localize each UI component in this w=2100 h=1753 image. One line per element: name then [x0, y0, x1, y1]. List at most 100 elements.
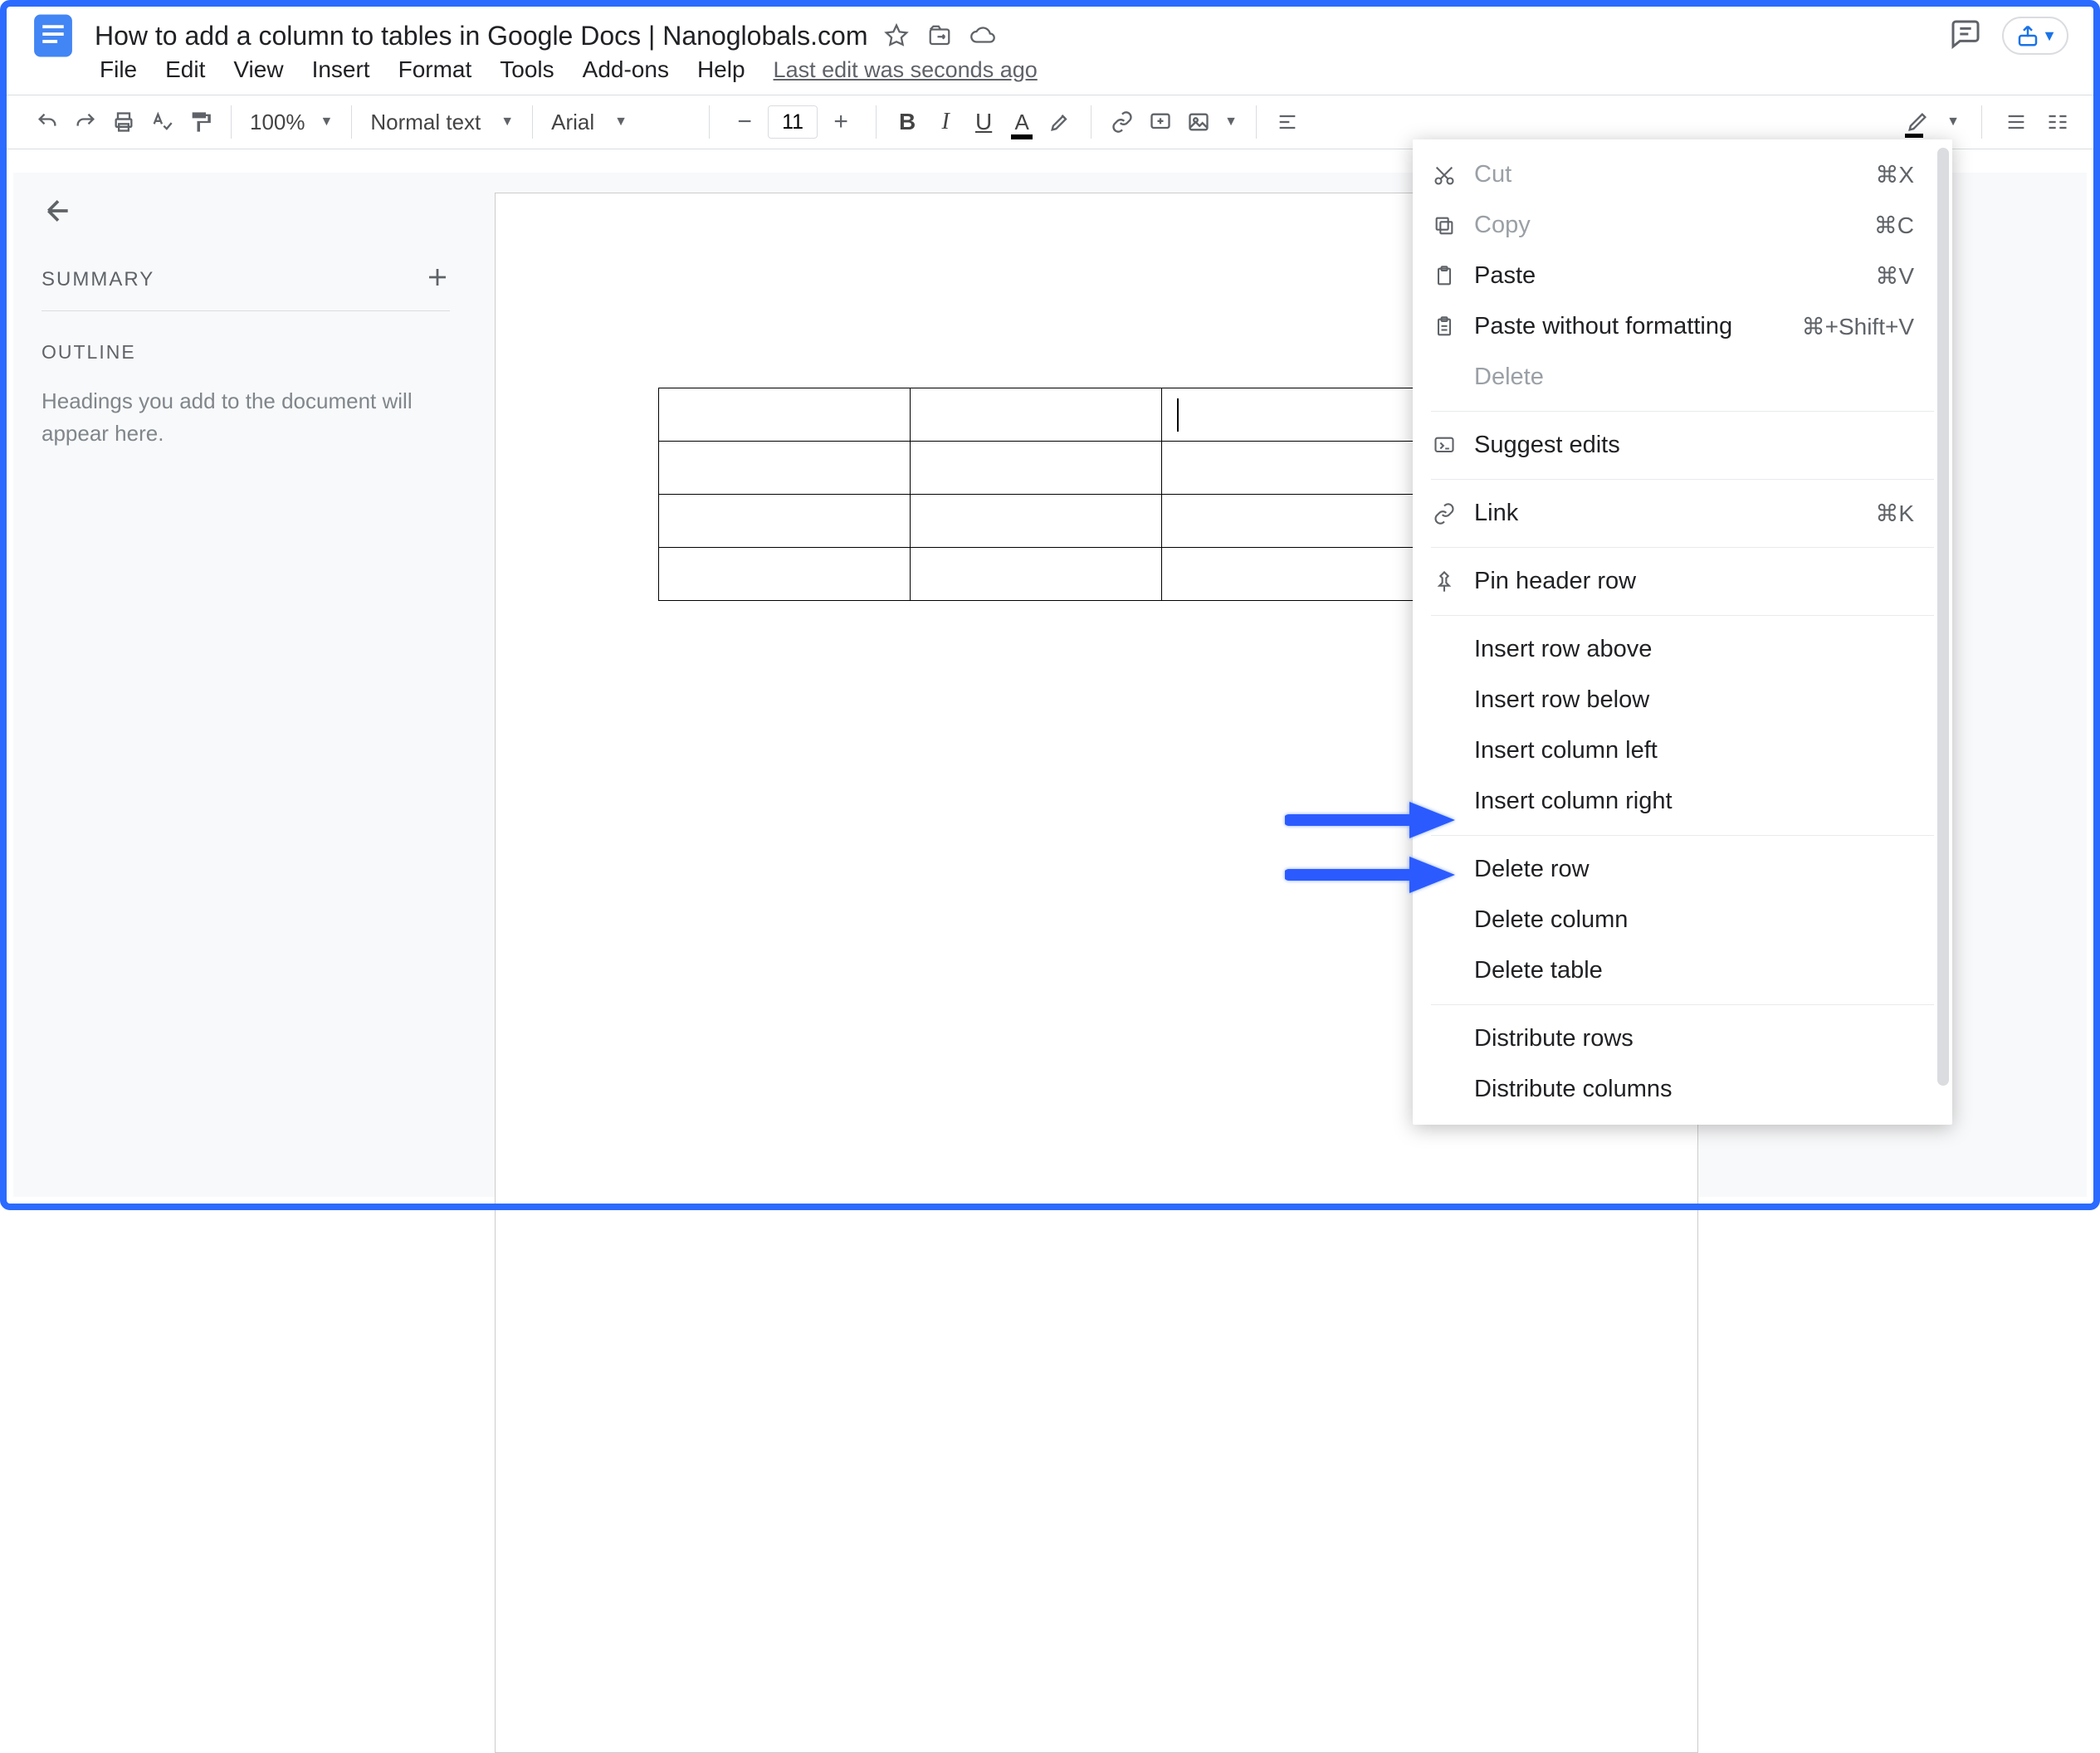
ctx-label: Delete column [1474, 906, 1628, 934]
share-button[interactable]: ▼ [2002, 17, 2068, 55]
ctx-label: Link [1474, 500, 1518, 527]
ctx-label: Delete [1474, 364, 1544, 391]
move-icon[interactable] [927, 23, 952, 48]
document-title[interactable]: How to add a column to tables in Google … [95, 21, 867, 51]
ctx-paste-without-formatting[interactable]: Paste without formatting ⌘+Shift+V [1413, 301, 1952, 352]
suggest-icon [1431, 434, 1458, 457]
ctx-insert-column-left[interactable]: Insert column left [1413, 725, 1952, 776]
menu-view[interactable]: View [233, 56, 283, 83]
table-row[interactable] [659, 388, 1414, 442]
editing-mode-icon[interactable] [1905, 110, 1930, 134]
insert-link-icon[interactable] [1110, 110, 1135, 134]
ctx-label: Insert column left [1474, 737, 1658, 764]
ctx-label: Delete table [1474, 957, 1603, 984]
underline-icon[interactable]: U [971, 110, 996, 134]
comments-button[interactable] [1949, 17, 1982, 55]
ctx-paste[interactable]: Paste ⌘V [1413, 251, 1952, 301]
last-edit-info[interactable]: Last edit was seconds ago [774, 57, 1038, 83]
ctx-copy[interactable]: Copy ⌘C [1413, 200, 1952, 251]
font-select[interactable]: Arial ▼ [538, 95, 704, 149]
text-color-icon[interactable]: A [1009, 110, 1034, 134]
menu-tools[interactable]: Tools [500, 56, 554, 83]
chevron-down-icon: ▼ [2042, 27, 2057, 45]
ctx-delete-row[interactable]: Delete row [1413, 844, 1952, 895]
cloud-status-icon[interactable] [970, 23, 995, 48]
ctx-insert-column-right[interactable]: Insert column right [1413, 776, 1952, 827]
collapse-sidebar-icon[interactable] [42, 194, 450, 232]
menu-bar: File Edit View Insert Format Tools Add-o… [7, 56, 2093, 95]
docs-logo-icon[interactable] [27, 9, 80, 62]
font-size-input[interactable] [768, 105, 818, 139]
style-value: Normal text [370, 110, 481, 135]
menu-file[interactable]: File [100, 56, 137, 83]
spellcheck-icon[interactable] [149, 110, 174, 134]
zoom-select[interactable]: 100% ▼ [237, 95, 346, 149]
outline-sidebar: SUMMARY OUTLINE Headings you add to the … [13, 173, 478, 1197]
ctx-delete-column[interactable]: Delete column [1413, 895, 1952, 945]
ctx-suggest-edits[interactable]: Suggest edits [1413, 420, 1952, 471]
ctx-cut[interactable]: Cut ⌘X [1413, 149, 1952, 200]
chevron-down-icon: ▼ [501, 115, 514, 129]
bold-icon[interactable]: B [895, 110, 920, 134]
ctx-shortcut: ⌘V [1875, 262, 1914, 290]
table-row[interactable] [659, 548, 1414, 601]
ctx-shortcut: ⌘C [1874, 212, 1914, 239]
paragraph-style-select[interactable]: Normal text ▼ [357, 95, 527, 149]
italic-icon[interactable]: I [933, 110, 958, 134]
menu-format[interactable]: Format [398, 56, 472, 83]
ctx-label: Pin header row [1474, 568, 1636, 595]
chevron-down-icon: ▼ [614, 115, 628, 129]
zoom-value: 100% [250, 110, 305, 135]
ctx-distribute-rows[interactable]: Distribute rows [1413, 1013, 1952, 1064]
highlight-icon[interactable] [1048, 110, 1072, 134]
menu-edit[interactable]: Edit [165, 56, 205, 83]
table-row[interactable] [659, 442, 1414, 495]
table-row[interactable] [659, 495, 1414, 548]
copy-icon [1431, 214, 1458, 237]
insert-image-icon[interactable] [1186, 110, 1211, 134]
ctx-delete[interactable]: Delete [1413, 352, 1952, 403]
annotation-arrow-icon [1285, 850, 1459, 904]
menu-addons[interactable]: Add-ons [583, 56, 669, 83]
annotation-arrow-icon [1285, 795, 1459, 849]
chevron-down-icon[interactable]: ▼ [1946, 115, 1960, 129]
ctx-label: Paste [1474, 262, 1536, 290]
menu-insert[interactable]: Insert [312, 56, 370, 83]
title-bar: How to add a column to tables in Google … [7, 7, 2093, 56]
ctx-label: Copy [1474, 212, 1531, 239]
ctx-label: Delete row [1474, 856, 1590, 883]
outline-hint: Headings you add to the document will ap… [42, 385, 432, 450]
ctx-link[interactable]: Link ⌘K [1413, 488, 1952, 539]
chevron-down-icon[interactable]: ▼ [1224, 115, 1238, 129]
ctx-delete-table[interactable]: Delete table [1413, 945, 1952, 996]
add-summary-icon[interactable] [425, 265, 450, 294]
ctx-insert-row-below[interactable]: Insert row below [1413, 675, 1952, 725]
menu-help[interactable]: Help [697, 56, 745, 83]
font-size-decrease[interactable]: − [728, 105, 761, 139]
expand-icon[interactable] [2045, 110, 2070, 134]
font-size-increase[interactable]: + [824, 105, 857, 139]
separator [1431, 835, 1934, 836]
pin-icon [1431, 570, 1458, 593]
separator [1431, 479, 1934, 480]
add-comment-icon[interactable] [1148, 110, 1173, 134]
hide-menus-icon[interactable] [2004, 110, 2029, 134]
align-icon[interactable] [1275, 110, 1300, 134]
undo-icon[interactable] [35, 110, 60, 134]
ctx-distribute-columns[interactable]: Distribute columns [1413, 1064, 1952, 1115]
ctx-label: Paste without formatting [1474, 313, 1732, 340]
scrollbar[interactable] [1937, 148, 1949, 1086]
font-value: Arial [551, 110, 594, 135]
ctx-shortcut: ⌘K [1875, 500, 1914, 527]
separator [1431, 411, 1934, 412]
cut-icon [1431, 164, 1458, 187]
paint-format-icon[interactable] [188, 110, 212, 134]
ctx-pin-header-row[interactable]: Pin header row [1413, 556, 1952, 607]
ctx-label: Suggest edits [1474, 432, 1620, 459]
document-table[interactable] [658, 388, 1414, 601]
print-icon[interactable] [111, 110, 136, 134]
ctx-insert-row-above[interactable]: Insert row above [1413, 624, 1952, 675]
ctx-label: Distribute rows [1474, 1025, 1634, 1052]
star-icon[interactable] [884, 23, 909, 48]
redo-icon[interactable] [73, 110, 98, 134]
